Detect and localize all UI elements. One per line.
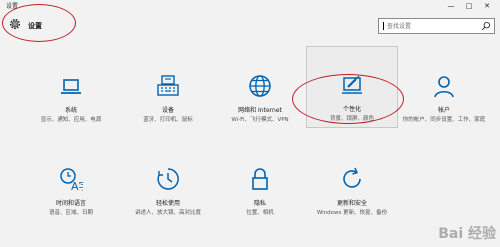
tile-description: 背景、锁屏、颜色 bbox=[329, 116, 374, 122]
tile-system[interactable]: 系统 显示、通知、应用、电源 bbox=[25, 66, 117, 128]
tile-time-language[interactable]: A字 时间和语言 语音、区域、日期 bbox=[25, 159, 117, 221]
tile-title: 帐户 bbox=[437, 107, 450, 114]
tile-description: 蓝牙、打印机、鼠标 bbox=[143, 117, 193, 123]
tile-privacy[interactable]: 隐私 位置、相机 bbox=[214, 159, 306, 221]
close-button[interactable]: ✕ bbox=[478, 1, 496, 11]
globe-icon bbox=[249, 75, 271, 97]
tile-title: 系统 bbox=[64, 107, 77, 114]
tile-title: 个性化 bbox=[342, 106, 361, 113]
tile-personalization[interactable]: 个性化 背景、锁屏、颜色 bbox=[306, 46, 398, 128]
watermark: Bai 经验 bbox=[438, 226, 496, 242]
minimize-button[interactable]: — bbox=[442, 1, 460, 11]
tile-title: 隐私 bbox=[253, 200, 266, 207]
tile-description: 你的帐户、同步设置、工作、家庭 bbox=[402, 117, 486, 123]
title-bar: 设置 — □ ✕ bbox=[0, 0, 500, 12]
search-icon[interactable] bbox=[481, 21, 491, 31]
lock-icon bbox=[252, 168, 268, 190]
tile-update-security[interactable]: 更新和安全 Windows 更新、恢复、备份 bbox=[306, 159, 398, 221]
tile-description: 语音、区域、日期 bbox=[48, 210, 93, 216]
maximize-button[interactable]: □ bbox=[460, 1, 478, 11]
window-controls: — □ ✕ bbox=[442, 1, 496, 11]
page-title: 设置 bbox=[28, 22, 42, 30]
tile-description: 显示、通知、应用、电源 bbox=[40, 117, 102, 123]
tile-description: Wi-Fi、飞行模式、VPN bbox=[231, 117, 289, 123]
tile-devices[interactable]: 设备 蓝牙、打印机、鼠标 bbox=[122, 66, 214, 128]
tile-title: 轻松使用 bbox=[155, 200, 180, 207]
tile-title: 时间和语言 bbox=[55, 200, 86, 207]
tile-ease-of-access[interactable]: 轻松使用 讲述人、放大镜、高对比度 bbox=[122, 159, 214, 221]
ease-of-access-icon bbox=[157, 168, 179, 190]
tile-network[interactable]: 网络和 Internet Wi-Fi、飞行模式、VPN bbox=[214, 66, 306, 128]
tile-accounts[interactable]: 帐户 你的帐户、同步设置、工作、家庭 bbox=[398, 66, 490, 128]
search-input[interactable] bbox=[379, 19, 479, 33]
tile-description: Windows 更新、恢复、备份 bbox=[316, 210, 388, 216]
tile-title: 更新和安全 bbox=[336, 200, 367, 207]
svg-text:A字: A字 bbox=[71, 179, 83, 191]
tile-title: 网络和 Internet bbox=[238, 107, 282, 114]
gear-icon bbox=[9, 18, 21, 30]
tile-description: 位置、相机 bbox=[246, 210, 274, 216]
search-box[interactable] bbox=[378, 18, 495, 34]
update-icon bbox=[343, 167, 361, 188]
keyboard-icon bbox=[157, 75, 179, 96]
tile-title: 设备 bbox=[161, 107, 174, 114]
laptop-icon bbox=[61, 79, 81, 94]
paint-icon bbox=[342, 75, 362, 94]
tile-description: 讲述人、放大镜、高对比度 bbox=[134, 210, 201, 216]
person-icon bbox=[434, 76, 454, 98]
time-language-icon: A字 bbox=[60, 168, 83, 191]
window-title: 设置 bbox=[6, 3, 19, 10]
